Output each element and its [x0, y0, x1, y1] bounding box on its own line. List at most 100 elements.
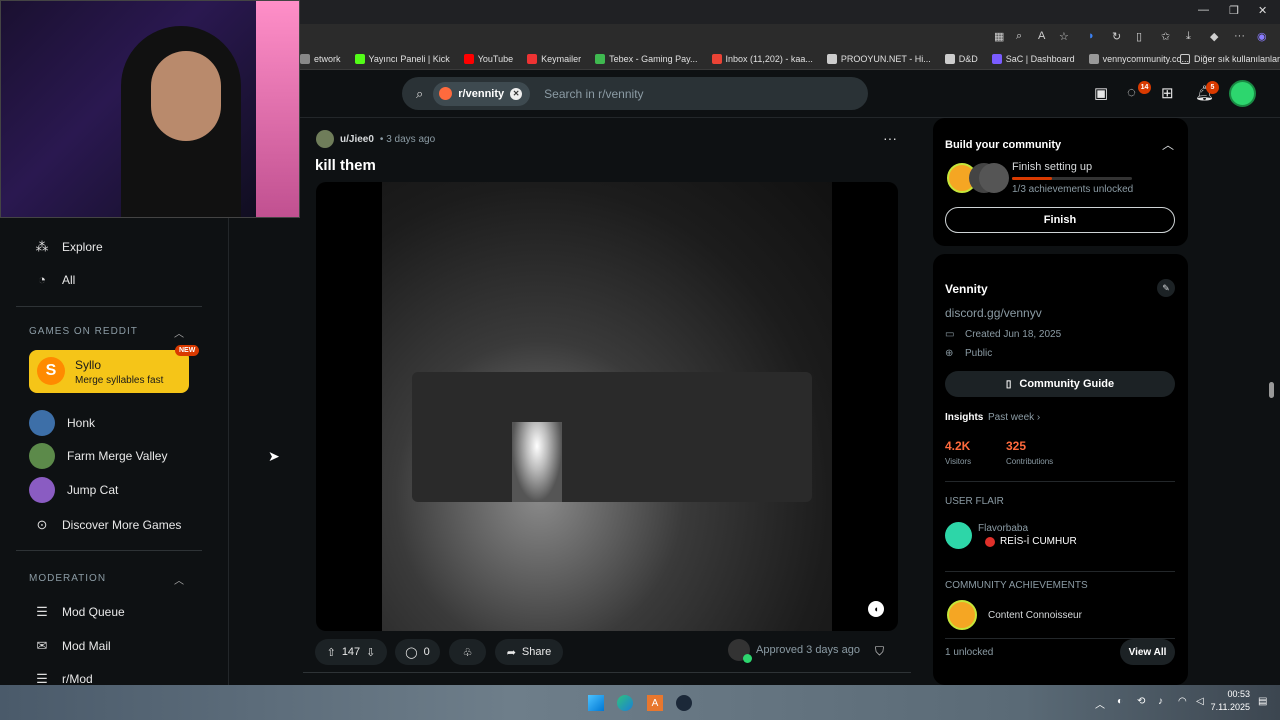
author-link[interactable]: u/Jiee0 — [340, 134, 374, 145]
bookmark-icon — [944, 53, 955, 64]
visitors-label: Visitors — [945, 457, 972, 466]
all-icon: ◔ — [38, 272, 46, 287]
featured-game-syllo[interactable]: S Syllo Merge syllables fast NEW — [29, 345, 200, 393]
locked-achievement-icon — [979, 163, 1009, 193]
chevron-up-icon[interactable]: ︿ — [1162, 136, 1174, 153]
nav-item-explore[interactable]: ⁂ Explore — [34, 239, 103, 255]
edge-icon[interactable] — [617, 695, 633, 711]
advertise-icon[interactable]: ▣ — [1094, 84, 1108, 102]
subreddit-chip[interactable]: r/vennity ✕ — [433, 81, 531, 106]
create-post-icon[interactable]: ⊞ — [1161, 84, 1174, 102]
comments-button[interactable]: ◯ 0 — [395, 639, 440, 665]
clear-chip-icon[interactable]: ✕ — [510, 87, 523, 100]
split-screen-icon[interactable]: ▯ — [1136, 30, 1142, 43]
downvote-icon[interactable]: ⇩ — [366, 646, 375, 659]
insights-label: Insights — [945, 412, 984, 423]
close-window-icon[interactable]: ✕ — [1258, 4, 1267, 17]
zoom-icon[interactable]: ⌕ — [1016, 30, 1022, 43]
more-options-icon[interactable]: ··· — [883, 130, 897, 146]
tray-sync-icon[interactable]: ⟲ — [1137, 696, 1145, 707]
bookmark-item[interactable]: Inbox (11,202) - kaa... — [711, 53, 813, 64]
more-menu-icon[interactable]: ··· — [1234, 30, 1245, 42]
downloads-icon[interactable]: ⤓ — [1186, 30, 1191, 43]
favorites-icon[interactable]: ✩ — [1161, 30, 1170, 43]
steam-icon[interactable] — [676, 695, 692, 711]
start-icon[interactable] — [588, 695, 604, 711]
nav-item-mod-queue[interactable]: ☰ Mod Queue — [34, 604, 125, 620]
bookmark-icon — [711, 53, 722, 64]
video-player[interactable]: ◖ — [316, 182, 898, 631]
volume-icon[interactable]: ◁ — [1196, 696, 1204, 707]
wifi-icon[interactable]: ◠ — [1178, 696, 1187, 707]
bookmark-item[interactable]: Yayıncı Paneli | Kick — [354, 53, 450, 64]
video-frame — [382, 182, 832, 631]
edit-pencil-icon[interactable]: ✎ — [1157, 279, 1175, 297]
chevron-up-icon[interactable]: ︿ — [174, 572, 184, 587]
queue-icon: ☰ — [36, 604, 48, 619]
game-title: Syllo — [75, 358, 102, 372]
refresh-extension-icon[interactable]: ↻ — [1112, 30, 1121, 43]
game-item[interactable]: Jump Cat — [29, 477, 118, 503]
bookmark-item[interactable]: Keymailer — [527, 53, 581, 64]
bookmarks-list: etwork Yayıncı Paneli | Kick YouTube Keymai… — [300, 53, 1203, 64]
shield-extension-icon[interactable]: ◆ — [1210, 30, 1218, 43]
app-icon[interactable]: ▦ — [994, 30, 1004, 43]
divider — [16, 550, 202, 551]
search-bar[interactable]: ⌕ r/vennity ✕ Search in r/vennity — [402, 77, 868, 110]
author-avatar[interactable] — [316, 130, 334, 148]
microphone-icon[interactable]: ♪ — [1158, 696, 1163, 707]
setup-progress-fill — [1012, 177, 1052, 180]
bookmark-item[interactable]: vennycommunity.co... — [1088, 53, 1189, 64]
tray-chevron-icon[interactable]: ︿ — [1095, 696, 1105, 711]
bookmark-item[interactable]: etwork — [300, 53, 341, 64]
upvote-icon[interactable]: ⇧ — [327, 646, 336, 659]
notification-center-icon[interactable]: ▤ — [1258, 696, 1267, 707]
game-icon — [29, 443, 55, 469]
syllo-logo-icon: S — [37, 357, 65, 385]
mute-toggle-icon[interactable]: ◖ — [868, 601, 884, 617]
approved-check-icon — [743, 654, 752, 663]
user-avatar[interactable] — [1229, 80, 1256, 107]
moderation-section-title: MODERATION — [29, 573, 107, 584]
finish-button[interactable]: Finish — [945, 207, 1175, 233]
award-button[interactable]: ♧ — [449, 639, 486, 665]
content-connoisseur-icon — [947, 600, 977, 630]
nav-item-all[interactable]: ◔ All — [34, 272, 75, 287]
favorite-star-icon[interactable]: ☆ — [1059, 30, 1069, 43]
extension-icon[interactable]: ◗ — [1088, 30, 1095, 42]
game-item[interactable]: Farm Merge Valley — [29, 443, 167, 469]
bookmark-item[interactable]: SaC | Dashboard — [991, 53, 1075, 64]
game-subtitle: Merge syllables fast — [75, 375, 164, 386]
system-clock[interactable]: 00:53 7.11.2025 — [1211, 688, 1250, 714]
search-input[interactable]: Search in r/vennity — [544, 87, 643, 101]
share-button[interactable]: ➦ Share — [495, 639, 563, 665]
chevron-up-icon[interactable]: ︿ — [174, 325, 184, 340]
nav-item-discover-games[interactable]: ⊙ Discover More Games — [34, 517, 182, 533]
community-guide-button[interactable]: ▯ Community Guide — [945, 371, 1175, 397]
folder-icon — [1180, 53, 1190, 64]
webcam-lamp — [256, 1, 299, 217]
bookmark-item[interactable]: PROOYUN.NET - Hi... — [826, 53, 931, 64]
copilot-icon[interactable]: ◉ — [1257, 30, 1267, 43]
post-title[interactable]: kill them — [315, 157, 376, 174]
mod-shield-icon[interactable]: ⛉ — [875, 644, 884, 659]
other-bookmarks[interactable]: Diğer sık kullanılanlar — [1180, 53, 1280, 64]
minimize-icon[interactable]: — — [1198, 4, 1209, 16]
restore-icon[interactable]: ❐ — [1229, 4, 1239, 17]
nav-item-mod-mail[interactable]: ✉ Mod Mail — [34, 638, 111, 654]
app-launcher-icon[interactable]: A — [647, 695, 663, 711]
share-icon: ➦ — [506, 646, 516, 659]
chat-icon[interactable]: ◌ — [1127, 84, 1136, 101]
webcam-overlay — [0, 0, 300, 218]
insights-range[interactable]: Past week › — [988, 412, 1040, 423]
bookmark-item[interactable]: Tebex - Gaming Pay... — [595, 53, 698, 64]
read-aloud-icon[interactable]: A — [1038, 30, 1045, 42]
bookmark-item[interactable]: D&D — [944, 53, 978, 64]
view-all-button[interactable]: View All — [1120, 639, 1175, 665]
game-item[interactable]: Honk — [29, 410, 95, 436]
user-flair-title: USER FLAIR — [945, 496, 1004, 507]
community-name: Vennity — [945, 282, 988, 296]
bookmark-item[interactable]: YouTube — [463, 53, 513, 64]
tray-app-icon[interactable]: ◐ — [1117, 696, 1123, 707]
page-scrollbar[interactable] — [1269, 382, 1274, 398]
